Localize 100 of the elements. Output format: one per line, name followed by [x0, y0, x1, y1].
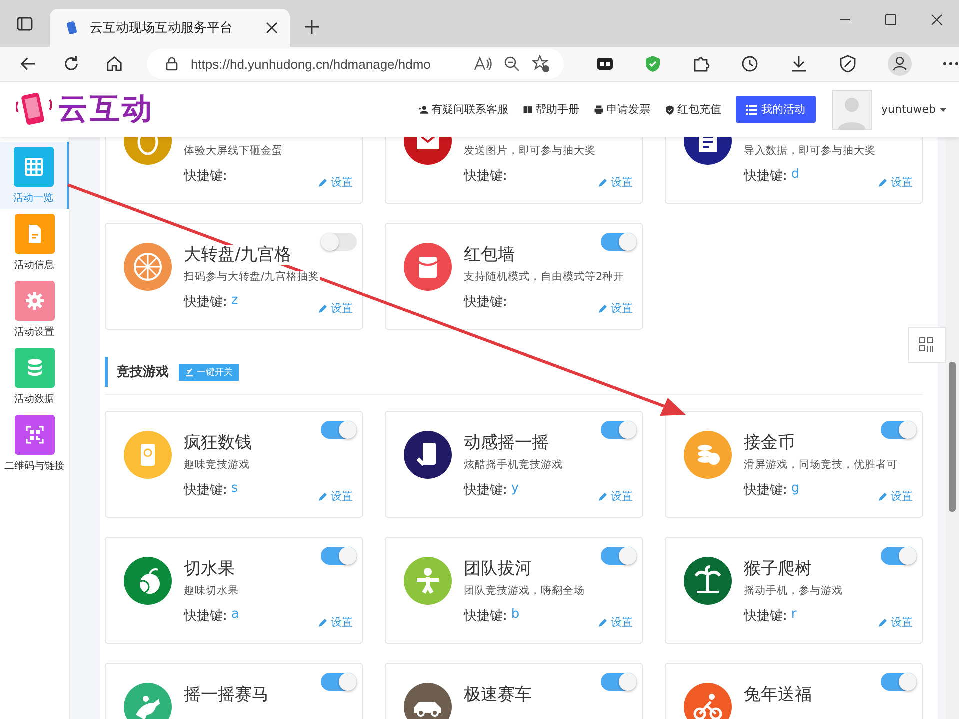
- header-link[interactable]: 红包充值: [664, 102, 722, 117]
- game-description: 扫码参与大转盘/九宫格抽奖: [184, 271, 320, 283]
- game-title: 切水果: [184, 559, 235, 579]
- toggle-switch[interactable]: [881, 673, 917, 691]
- shortcut-key: b: [511, 607, 520, 625]
- pencil-icon: [598, 304, 608, 314]
- game-title: 摇一摇赛马: [184, 685, 269, 705]
- settings-link[interactable]: 设置: [878, 175, 913, 190]
- tab-actions-icon[interactable]: [16, 15, 34, 33]
- game-description: 团队竞技游戏，嗨翻全场: [464, 585, 585, 597]
- settings-link[interactable]: 设置: [318, 489, 353, 504]
- collections-icon[interactable]: [596, 56, 614, 72]
- back-icon[interactable]: [20, 55, 37, 73]
- game-title: 大转盘/九宫格: [184, 245, 292, 265]
- game-title: 极速赛车: [464, 685, 532, 705]
- pencil-icon: [598, 178, 608, 188]
- shortcut-key: z: [231, 293, 238, 311]
- settings-link[interactable]: 设置: [598, 615, 633, 630]
- book-icon: [522, 104, 533, 114]
- refresh-icon[interactable]: [62, 55, 80, 73]
- game-description: 滑屏游戏，同场竞技，优胜者可: [744, 459, 898, 471]
- scrollbar-thumb[interactable]: [949, 362, 956, 512]
- my-activities-button[interactable]: 我的活动: [736, 96, 816, 123]
- close-icon[interactable]: [266, 22, 278, 34]
- shortcut-label: 快捷键:: [464, 482, 508, 499]
- settings-link[interactable]: 设置: [878, 489, 913, 504]
- game-title: 动感摇一摇: [464, 433, 549, 453]
- toggle-all-button[interactable]: 一键开关: [179, 364, 239, 380]
- profile-icon[interactable]: [888, 52, 912, 76]
- settings-link[interactable]: 设置: [878, 615, 913, 630]
- toggle-switch[interactable]: [321, 233, 357, 251]
- user-menu[interactable]: yuntuweb: [882, 103, 947, 116]
- game-title: 兔年送福: [744, 685, 812, 705]
- shortcut-key: s: [231, 481, 238, 499]
- sidebar-label: 活动设置: [14, 326, 54, 339]
- address-field[interactable]: https://hd.yunhudong.cn/hdmanage/hdmo: [146, 49, 564, 79]
- new-tab-icon[interactable]: [304, 19, 320, 35]
- browser-essentials-icon[interactable]: [838, 55, 857, 73]
- zoom-out-icon[interactable]: [504, 56, 520, 72]
- toggle-switch[interactable]: [881, 421, 917, 439]
- shortcut-label: 快捷键:: [184, 482, 228, 499]
- game-title: 团队拔河: [464, 559, 532, 579]
- sidebar-item[interactable]: 活动一览: [0, 142, 69, 209]
- site-favicon-icon: [64, 20, 80, 36]
- shortcut-label: 快捷键:: [464, 608, 508, 625]
- game-description: 趣味竞技游戏: [184, 459, 250, 471]
- extensions-icon[interactable]: [692, 55, 710, 73]
- game-description: 趣味切水果: [184, 585, 239, 597]
- shortcut-label: 快捷键:: [184, 168, 228, 185]
- game-title: 接金币: [744, 433, 795, 453]
- pencil-icon: [598, 492, 608, 502]
- settings-link[interactable]: 设置: [318, 615, 353, 630]
- maximize-icon[interactable]: [885, 14, 897, 26]
- game-description: 支持随机模式，自由模式等2种开: [464, 271, 625, 283]
- logo-text: 云互动: [58, 91, 154, 129]
- shortcut-label: 快捷键:: [744, 168, 788, 185]
- settings-link[interactable]: 设置: [598, 301, 633, 316]
- shortcut-key: d: [791, 167, 800, 185]
- qr-code-button[interactable]: [908, 327, 946, 363]
- settings-link[interactable]: 设置: [318, 301, 353, 316]
- game-title: 疯狂数钱: [184, 433, 252, 453]
- toggle-switch[interactable]: [601, 421, 637, 439]
- header-link[interactable]: 帮助手册: [522, 102, 580, 117]
- pencil-icon: [318, 618, 328, 628]
- settings-link[interactable]: 设置: [598, 489, 633, 504]
- tab-title: 云互动现场互动服务平台: [90, 20, 234, 37]
- add-favorite-icon[interactable]: [532, 55, 550, 73]
- close-icon[interactable]: [931, 14, 943, 26]
- toggle-switch[interactable]: [881, 547, 917, 565]
- sidebar-item[interactable]: 活动数据: [0, 343, 69, 410]
- more-icon[interactable]: [942, 62, 959, 66]
- shortcut-label: 快捷键:: [464, 168, 508, 185]
- toggle-switch[interactable]: [601, 673, 637, 691]
- printer-icon: [594, 104, 604, 114]
- toggle-switch[interactable]: [601, 233, 637, 251]
- browser-tab[interactable]: 云互动现场互动服务平台: [50, 9, 290, 47]
- toggle-switch[interactable]: [321, 421, 357, 439]
- shortcut-label: 快捷键:: [184, 608, 228, 625]
- game-title: 红包墙: [464, 245, 515, 265]
- download-icon[interactable]: [790, 55, 808, 73]
- toggle-switch[interactable]: [321, 673, 357, 691]
- sidebar-item[interactable]: 活动信息: [0, 209, 69, 276]
- toggle-switch[interactable]: [321, 547, 357, 565]
- list-icon: [746, 104, 757, 114]
- header-link[interactable]: 申请发票: [594, 102, 651, 117]
- history-icon[interactable]: [740, 55, 759, 73]
- toggle-switch[interactable]: [601, 547, 637, 565]
- sidebar-item[interactable]: 活动设置: [0, 276, 69, 343]
- header-link[interactable]: 有疑问联系客服: [418, 102, 509, 117]
- sidebar-item[interactable]: 二维码与链接: [0, 410, 69, 477]
- game-description: 体验大屏线下砸金蛋: [184, 145, 283, 157]
- home-icon[interactable]: [106, 55, 123, 73]
- lock-icon: [164, 57, 179, 71]
- shortcut-key: y: [511, 481, 520, 499]
- settings-link[interactable]: 设置: [318, 175, 353, 190]
- read-aloud-icon[interactable]: [474, 56, 492, 72]
- settings-link[interactable]: 设置: [598, 175, 633, 190]
- shortcut-key: a: [231, 607, 240, 625]
- shield-icon[interactable]: [644, 55, 661, 73]
- shortcut-key: g: [791, 481, 800, 499]
